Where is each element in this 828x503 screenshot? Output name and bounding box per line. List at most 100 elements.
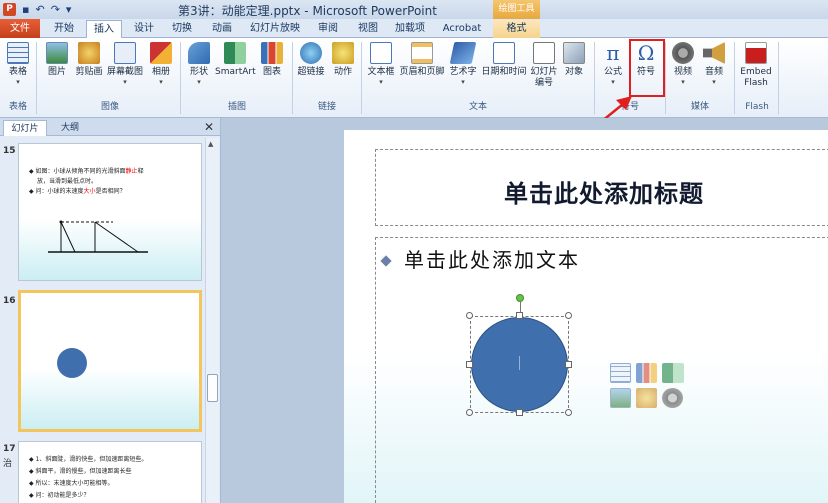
resize-handle-bottom[interactable] <box>516 409 523 416</box>
hyperlink-icon <box>300 42 322 64</box>
redo-icon[interactable]: ↷ <box>51 2 60 17</box>
slide-thumbnail-17[interactable]: ◆ 1、斜面陡，滑的快些，但加速距离短些。 ◆ 斜面平，滑的慢些，但加速距离长些… <box>18 441 202 503</box>
undo-icon[interactable]: ↶ <box>35 2 44 17</box>
group-separator <box>734 42 735 114</box>
action-icon <box>332 42 354 64</box>
textbox-button[interactable]: 文本框 ▾ <box>365 42 397 96</box>
resize-handle-top[interactable] <box>516 312 523 319</box>
table-icon <box>7 42 29 64</box>
embed-flash-button[interactable]: Embed Flash <box>738 42 774 96</box>
content-placeholder-text: 单击此处添加文本 <box>404 248 580 272</box>
smartart-icon <box>224 42 246 64</box>
group-separator <box>36 42 37 114</box>
thumb-line: 放，当滑到最低点时。 <box>37 176 97 185</box>
thumb-text-red: 大小 <box>83 188 96 195</box>
clipart-button[interactable]: 剪贴画 <box>73 42 105 96</box>
rotation-handle[interactable] <box>516 294 524 302</box>
tab-home[interactable]: 开始 <box>46 20 82 38</box>
audio-button[interactable]: 音频 ▾ <box>700 42 728 96</box>
save-icon[interactable]: ▪ <box>22 2 29 17</box>
photo-album-button[interactable]: 相册 ▾ <box>146 42 176 96</box>
equation-button[interactable]: π 公式 ▾ <box>599 42 627 96</box>
smartart-button[interactable]: SmartArt <box>215 42 256 96</box>
panel-tabs: 幻灯片 大纲 ✕ <box>0 118 220 136</box>
insert-chart-icon[interactable] <box>636 363 657 383</box>
tab-animations[interactable]: 动画 <box>204 20 240 38</box>
thumb-text: 如图：小球从倾角不同的光滑斜面 <box>35 168 126 175</box>
resize-handle-right[interactable] <box>565 361 572 368</box>
tab-slides[interactable]: 幻灯片 <box>3 120 47 136</box>
group-separator <box>292 42 293 114</box>
resize-handle-bottom-left[interactable] <box>466 409 473 416</box>
insert-table-icon[interactable] <box>610 363 631 383</box>
title-placeholder-text: 单击此处添加标题 <box>504 179 704 208</box>
screenshot-button[interactable]: 屏幕截图 ▾ <box>106 42 144 96</box>
thumb-line: ◆ 问：初动能是多少？ <box>29 492 90 499</box>
title-placeholder[interactable]: 单击此处添加标题 <box>375 149 828 226</box>
table-button[interactable]: 表格 ▾ <box>3 42 33 96</box>
tab-insert[interactable]: 插入 <box>86 20 122 39</box>
picture-button[interactable]: 图片 <box>42 42 72 96</box>
thumb-line: ◆ 1、斜面陡，滑的快些，但加速距离短些。 <box>29 456 148 463</box>
slide-number: 17 <box>3 444 16 454</box>
object-icon <box>563 42 585 64</box>
calendar-icon <box>493 42 515 64</box>
header-footer-button[interactable]: 页眉和页脚 <box>398 42 446 96</box>
tab-outline[interactable]: 大纲 <box>48 120 92 136</box>
video-button[interactable]: 视频 ▾ <box>669 42 697 96</box>
resize-handle-left[interactable] <box>466 361 473 368</box>
scrollbar-thumb[interactable] <box>207 374 218 402</box>
chart-button[interactable]: 图表 <box>257 42 287 96</box>
slide-background-wave <box>21 367 199 429</box>
tab-view[interactable]: 视图 <box>350 20 386 38</box>
content-insert-icons <box>610 363 684 413</box>
tab-format[interactable]: 格式 <box>493 20 540 38</box>
action-button[interactable]: 动作 <box>329 42 357 96</box>
tab-acrobat[interactable]: Acrobat <box>438 20 486 38</box>
wordart-button[interactable]: 艺术字 ▾ <box>447 42 479 96</box>
slides-panel: 幻灯片 大纲 ✕ 15 ◆ 如图：小球从倾角不同的光滑斜面静止释 放，当滑到最低… <box>0 118 221 503</box>
thumb-line: ◆ 如图：小球从倾角不同的光滑斜面静止释 <box>29 168 144 175</box>
content-placeholder[interactable]: 单击此处添加文本 <box>375 237 828 503</box>
shapes-button[interactable]: 形状 ▾ <box>184 42 214 96</box>
tab-review[interactable]: 审阅 <box>310 20 346 38</box>
thumb-text: 斜面平，滑的慢些，但加速距离长些 <box>35 468 132 475</box>
ribbon-tabs: 文件 开始 插入 设计 切换 动画 幻灯片放映 审阅 视图 加载项 Acroba… <box>0 19 828 39</box>
window-title: 第3讲：动能定理.pptx - Microsoft PowerPoint <box>178 4 437 18</box>
tab-file[interactable]: 文件 <box>0 19 40 38</box>
slide-canvas: 单击此处添加标题 单击此处添加文本 <box>222 118 828 503</box>
powerpoint-logo-icon[interactable]: P <box>3 3 16 16</box>
tab-transitions[interactable]: 切换 <box>164 20 200 38</box>
slide-thumbnail-16[interactable] <box>18 290 202 432</box>
thumb-text: 是否相同？ <box>95 188 126 195</box>
tab-design[interactable]: 设计 <box>126 20 162 38</box>
current-slide[interactable]: 单击此处添加标题 单击此处添加文本 <box>344 130 828 503</box>
scroll-up-icon[interactable]: ▲ <box>208 140 213 148</box>
insert-picture-icon[interactable] <box>610 388 631 408</box>
insert-smartart-icon[interactable] <box>662 363 684 383</box>
panel-scrollbar[interactable]: ▲ <box>205 138 219 503</box>
customize-qat-icon[interactable]: ▾ <box>66 2 72 17</box>
insert-clipart-icon[interactable] <box>636 388 657 408</box>
close-icon[interactable]: ✕ <box>204 120 214 134</box>
resize-handle-bottom-right[interactable] <box>565 409 572 416</box>
tab-addins[interactable]: 加载项 <box>390 20 430 38</box>
flash-icon <box>745 42 767 64</box>
photo-album-icon <box>150 42 172 64</box>
slide-thumbnail-15[interactable]: ◆ 如图：小球从倾角不同的光滑斜面静止释 放，当滑到最低点时。 ◆ 问：小球的末… <box>18 143 202 281</box>
text-cursor <box>519 356 520 370</box>
thumb-text-red: 静止 <box>125 168 138 175</box>
bullet-diamond-icon <box>380 255 392 267</box>
slide-number-button[interactable]: 幻灯片 编号 <box>529 42 559 96</box>
shapes-icon <box>188 42 210 64</box>
date-time-button[interactable]: 日期和时间 <box>480 42 528 96</box>
hyperlink-button[interactable]: 超链接 <box>296 42 326 96</box>
thumb-text: 所以：末速度大小可能相等。 <box>35 480 114 487</box>
group-label-flash: Flash <box>745 102 769 112</box>
resize-handle-top-right[interactable] <box>565 312 572 319</box>
resize-handle-top-left[interactable] <box>466 312 473 319</box>
insert-media-icon[interactable] <box>662 388 683 408</box>
textbox-icon <box>370 42 392 64</box>
tab-slideshow[interactable]: 幻灯片放映 <box>246 20 304 38</box>
object-button[interactable]: 对象 <box>560 42 588 96</box>
